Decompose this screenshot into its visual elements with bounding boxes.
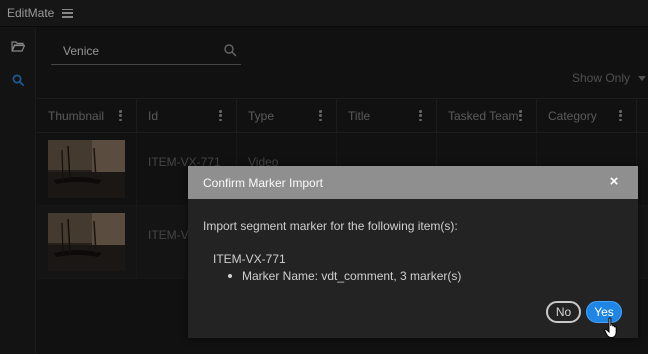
marker-list-item: Marker Name: vdt_comment, 3 marker(s) <box>228 269 461 283</box>
dialog-message: Import segment marker for the following … <box>203 219 458 233</box>
bullet-icon <box>228 274 232 278</box>
hand-pointer-icon <box>604 317 617 338</box>
dialog-header: Confirm Marker Import × <box>188 166 638 199</box>
no-button[interactable]: No <box>546 301 581 323</box>
marker-detail: Marker Name: vdt_comment, 3 marker(s) <box>242 269 462 283</box>
close-icon[interactable]: × <box>606 174 622 190</box>
confirm-marker-import-dialog: Confirm Marker Import × Import segment m… <box>188 166 638 338</box>
dialog-title: Confirm Marker Import <box>203 175 324 190</box>
dialog-item-id: ITEM-VX-771 <box>213 252 286 266</box>
